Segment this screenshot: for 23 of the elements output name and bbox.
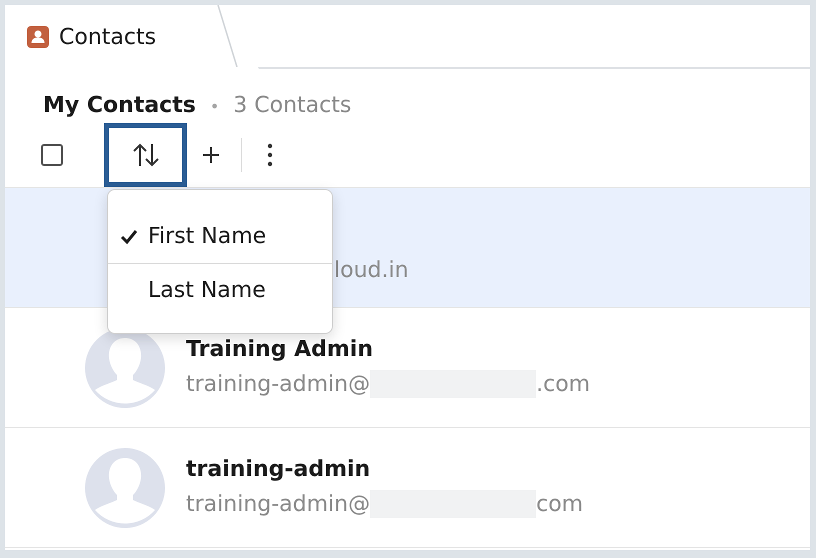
sort-icon [130, 141, 160, 169]
list-title: My Contacts [43, 93, 196, 118]
contact-count: 3 Contacts [233, 93, 352, 118]
select-all-checkbox[interactable] [41, 144, 63, 166]
tab-title: Contacts [59, 24, 156, 50]
contact-email: com [536, 492, 584, 516]
sort-button[interactable] [104, 123, 187, 187]
check-icon [120, 228, 138, 244]
sort-option[interactable]: First Name [108, 210, 332, 263]
contact-name: training-admin [186, 457, 372, 482]
contact-email: training-admin@ [186, 492, 370, 516]
more-icon [266, 143, 274, 167]
separator-dot: • [210, 97, 220, 116]
avatar-icon [85, 448, 165, 528]
contact-email: loud.in [334, 258, 409, 283]
contact-email: .com [536, 372, 590, 396]
option-label: First Name [148, 224, 266, 249]
contact-email: training-admin@ [186, 372, 370, 396]
contact-icon [27, 26, 49, 48]
tab-border [217, 5, 239, 67]
option-label: Last Name [148, 278, 266, 303]
add-icon [201, 145, 221, 165]
contact-name: Training Admin [186, 337, 374, 362]
